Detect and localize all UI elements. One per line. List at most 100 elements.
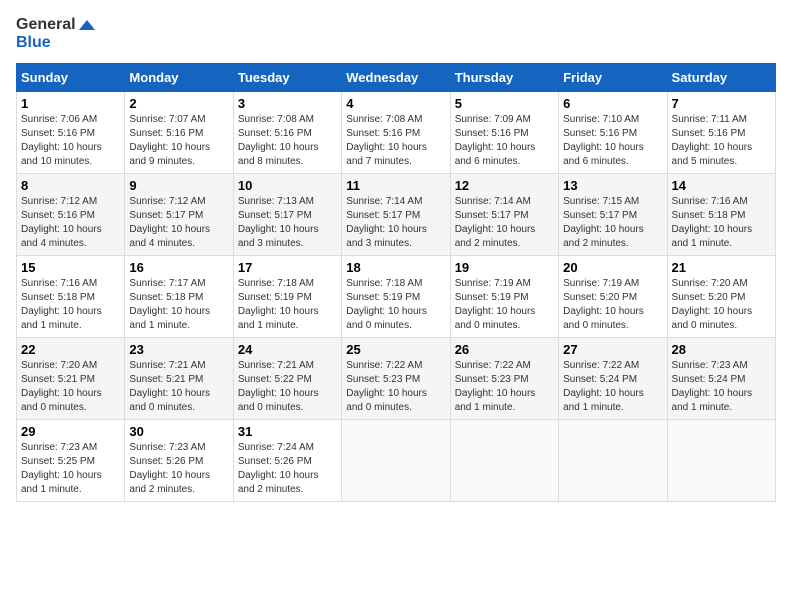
day-number: 10 xyxy=(238,178,337,193)
weekday-header-saturday: Saturday xyxy=(667,64,775,92)
calendar-cell: 25 Sunrise: 7:22 AM Sunset: 5:23 PM Dayl… xyxy=(342,338,450,420)
calendar-cell: 22 Sunrise: 7:20 AM Sunset: 5:21 PM Dayl… xyxy=(17,338,125,420)
day-number: 3 xyxy=(238,96,337,111)
day-number: 24 xyxy=(238,342,337,357)
calendar-cell: 11 Sunrise: 7:14 AM Sunset: 5:17 PM Dayl… xyxy=(342,174,450,256)
day-info: Sunrise: 7:20 AM Sunset: 5:21 PM Dayligh… xyxy=(21,359,120,415)
day-number: 31 xyxy=(238,424,337,439)
day-number: 5 xyxy=(455,96,554,111)
day-number: 12 xyxy=(455,178,554,193)
day-number: 16 xyxy=(129,260,228,275)
day-number: 17 xyxy=(238,260,337,275)
day-info: Sunrise: 7:14 AM Sunset: 5:17 PM Dayligh… xyxy=(346,195,445,251)
day-info: Sunrise: 7:08 AM Sunset: 5:16 PM Dayligh… xyxy=(346,113,445,169)
calendar-cell: 23 Sunrise: 7:21 AM Sunset: 5:21 PM Dayl… xyxy=(125,338,233,420)
weekday-header-sunday: Sunday xyxy=(17,64,125,92)
day-info: Sunrise: 7:23 AM Sunset: 5:25 PM Dayligh… xyxy=(21,441,120,497)
day-info: Sunrise: 7:18 AM Sunset: 5:19 PM Dayligh… xyxy=(346,277,445,333)
day-info: Sunrise: 7:19 AM Sunset: 5:20 PM Dayligh… xyxy=(563,277,662,333)
day-info: Sunrise: 7:11 AM Sunset: 5:16 PM Dayligh… xyxy=(672,113,771,169)
day-info: Sunrise: 7:06 AM Sunset: 5:16 PM Dayligh… xyxy=(21,113,120,169)
weekday-header-wednesday: Wednesday xyxy=(342,64,450,92)
day-info: Sunrise: 7:23 AM Sunset: 5:26 PM Dayligh… xyxy=(129,441,228,497)
calendar-cell: 12 Sunrise: 7:14 AM Sunset: 5:17 PM Dayl… xyxy=(450,174,558,256)
calendar-cell: 30 Sunrise: 7:23 AM Sunset: 5:26 PM Dayl… xyxy=(125,420,233,502)
calendar-cell xyxy=(667,420,775,502)
day-info: Sunrise: 7:21 AM Sunset: 5:21 PM Dayligh… xyxy=(129,359,228,415)
calendar-cell: 6 Sunrise: 7:10 AM Sunset: 5:16 PM Dayli… xyxy=(559,92,667,174)
day-number: 2 xyxy=(129,96,228,111)
calendar-cell: 15 Sunrise: 7:16 AM Sunset: 5:18 PM Dayl… xyxy=(17,256,125,338)
calendar-cell: 21 Sunrise: 7:20 AM Sunset: 5:20 PM Dayl… xyxy=(667,256,775,338)
calendar-cell: 28 Sunrise: 7:23 AM Sunset: 5:24 PM Dayl… xyxy=(667,338,775,420)
calendar-week-row: 22 Sunrise: 7:20 AM Sunset: 5:21 PM Dayl… xyxy=(17,338,776,420)
day-info: Sunrise: 7:07 AM Sunset: 5:16 PM Dayligh… xyxy=(129,113,228,169)
calendar-table: SundayMondayTuesdayWednesdayThursdayFrid… xyxy=(16,63,776,502)
calendar-cell: 17 Sunrise: 7:18 AM Sunset: 5:19 PM Dayl… xyxy=(233,256,341,338)
calendar-cell: 31 Sunrise: 7:24 AM Sunset: 5:26 PM Dayl… xyxy=(233,420,341,502)
day-number: 27 xyxy=(563,342,662,357)
day-info: Sunrise: 7:22 AM Sunset: 5:23 PM Dayligh… xyxy=(455,359,554,415)
day-info: Sunrise: 7:09 AM Sunset: 5:16 PM Dayligh… xyxy=(455,113,554,169)
calendar-cell xyxy=(559,420,667,502)
day-info: Sunrise: 7:24 AM Sunset: 5:26 PM Dayligh… xyxy=(238,441,337,497)
day-info: Sunrise: 7:20 AM Sunset: 5:20 PM Dayligh… xyxy=(672,277,771,333)
day-number: 25 xyxy=(346,342,445,357)
calendar-cell: 3 Sunrise: 7:08 AM Sunset: 5:16 PM Dayli… xyxy=(233,92,341,174)
day-number: 6 xyxy=(563,96,662,111)
day-number: 29 xyxy=(21,424,120,439)
day-info: Sunrise: 7:21 AM Sunset: 5:22 PM Dayligh… xyxy=(238,359,337,415)
calendar-cell: 19 Sunrise: 7:19 AM Sunset: 5:19 PM Dayl… xyxy=(450,256,558,338)
day-number: 1 xyxy=(21,96,120,111)
day-number: 28 xyxy=(672,342,771,357)
day-number: 13 xyxy=(563,178,662,193)
day-info: Sunrise: 7:15 AM Sunset: 5:17 PM Dayligh… xyxy=(563,195,662,251)
day-info: Sunrise: 7:23 AM Sunset: 5:24 PM Dayligh… xyxy=(672,359,771,415)
calendar-week-row: 15 Sunrise: 7:16 AM Sunset: 5:18 PM Dayl… xyxy=(17,256,776,338)
day-info: Sunrise: 7:18 AM Sunset: 5:19 PM Dayligh… xyxy=(238,277,337,333)
day-info: Sunrise: 7:16 AM Sunset: 5:18 PM Dayligh… xyxy=(21,277,120,333)
calendar-cell: 1 Sunrise: 7:06 AM Sunset: 5:16 PM Dayli… xyxy=(17,92,125,174)
day-number: 21 xyxy=(672,260,771,275)
calendar-cell: 16 Sunrise: 7:17 AM Sunset: 5:18 PM Dayl… xyxy=(125,256,233,338)
calendar-cell: 8 Sunrise: 7:12 AM Sunset: 5:16 PM Dayli… xyxy=(17,174,125,256)
day-info: Sunrise: 7:14 AM Sunset: 5:17 PM Dayligh… xyxy=(455,195,554,251)
calendar-cell: 10 Sunrise: 7:13 AM Sunset: 5:17 PM Dayl… xyxy=(233,174,341,256)
weekday-header-friday: Friday xyxy=(559,64,667,92)
day-info: Sunrise: 7:12 AM Sunset: 5:17 PM Dayligh… xyxy=(129,195,228,251)
day-info: Sunrise: 7:10 AM Sunset: 5:16 PM Dayligh… xyxy=(563,113,662,169)
calendar-cell: 20 Sunrise: 7:19 AM Sunset: 5:20 PM Dayl… xyxy=(559,256,667,338)
calendar-cell: 5 Sunrise: 7:09 AM Sunset: 5:16 PM Dayli… xyxy=(450,92,558,174)
logo-blue: Blue xyxy=(16,34,95,52)
day-number: 11 xyxy=(346,178,445,193)
calendar-cell xyxy=(342,420,450,502)
calendar-cell: 18 Sunrise: 7:18 AM Sunset: 5:19 PM Dayl… xyxy=(342,256,450,338)
day-number: 19 xyxy=(455,260,554,275)
calendar-cell: 14 Sunrise: 7:16 AM Sunset: 5:18 PM Dayl… xyxy=(667,174,775,256)
logo-container: General Blue xyxy=(16,16,95,51)
day-number: 4 xyxy=(346,96,445,111)
calendar-cell: 2 Sunrise: 7:07 AM Sunset: 5:16 PM Dayli… xyxy=(125,92,233,174)
calendar-cell: 4 Sunrise: 7:08 AM Sunset: 5:16 PM Dayli… xyxy=(342,92,450,174)
day-number: 7 xyxy=(672,96,771,111)
calendar-cell: 7 Sunrise: 7:11 AM Sunset: 5:16 PM Dayli… xyxy=(667,92,775,174)
day-info: Sunrise: 7:19 AM Sunset: 5:19 PM Dayligh… xyxy=(455,277,554,333)
day-number: 9 xyxy=(129,178,228,193)
logo: General Blue xyxy=(16,16,95,51)
calendar-cell: 26 Sunrise: 7:22 AM Sunset: 5:23 PM Dayl… xyxy=(450,338,558,420)
day-number: 30 xyxy=(129,424,228,439)
day-number: 26 xyxy=(455,342,554,357)
calendar-cell: 29 Sunrise: 7:23 AM Sunset: 5:25 PM Dayl… xyxy=(17,420,125,502)
day-info: Sunrise: 7:13 AM Sunset: 5:17 PM Dayligh… xyxy=(238,195,337,251)
calendar-cell: 27 Sunrise: 7:22 AM Sunset: 5:24 PM Dayl… xyxy=(559,338,667,420)
weekday-header-monday: Monday xyxy=(125,64,233,92)
day-info: Sunrise: 7:12 AM Sunset: 5:16 PM Dayligh… xyxy=(21,195,120,251)
day-info: Sunrise: 7:22 AM Sunset: 5:24 PM Dayligh… xyxy=(563,359,662,415)
day-info: Sunrise: 7:08 AM Sunset: 5:16 PM Dayligh… xyxy=(238,113,337,169)
calendar-week-row: 8 Sunrise: 7:12 AM Sunset: 5:16 PM Dayli… xyxy=(17,174,776,256)
calendar-week-row: 29 Sunrise: 7:23 AM Sunset: 5:25 PM Dayl… xyxy=(17,420,776,502)
day-number: 23 xyxy=(129,342,228,357)
calendar-week-row: 1 Sunrise: 7:06 AM Sunset: 5:16 PM Dayli… xyxy=(17,92,776,174)
day-info: Sunrise: 7:17 AM Sunset: 5:18 PM Dayligh… xyxy=(129,277,228,333)
day-number: 8 xyxy=(21,178,120,193)
